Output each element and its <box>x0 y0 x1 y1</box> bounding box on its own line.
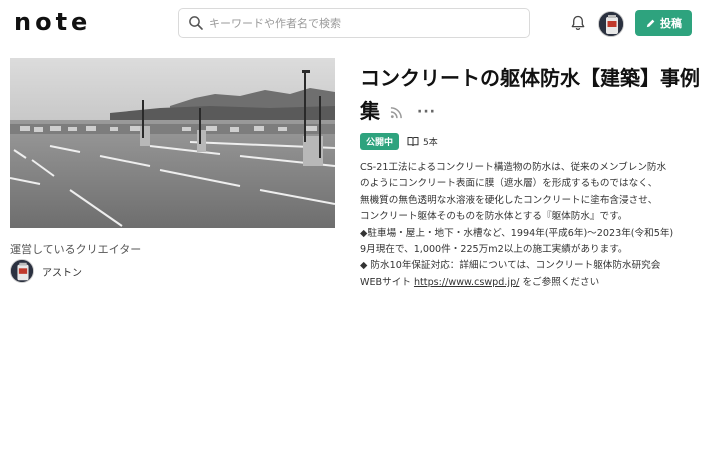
article-count-text: 5本 <box>423 138 438 148</box>
magazine-meta: 公開中 5本 <box>360 133 438 150</box>
user-avatar[interactable] <box>598 11 624 37</box>
pencil-icon <box>646 19 655 27</box>
description-line: コンクリート躯体そのものを防水体とする『躯体防水』です。 <box>360 211 628 223</box>
book-icon <box>407 137 419 147</box>
rss-icon[interactable] <box>390 106 403 119</box>
creator-name[interactable]: アストン <box>42 264 82 279</box>
description-text: をご参照ください <box>519 276 600 288</box>
bell-icon[interactable] <box>569 14 587 32</box>
header: note 投稿 <box>0 0 719 46</box>
creator-item[interactable]: アストン <box>10 259 82 283</box>
status-badge: 公開中 <box>360 133 400 150</box>
avatar-image <box>599 12 623 36</box>
creator-avatar[interactable] <box>10 259 34 283</box>
title-actions: ··· <box>390 96 436 129</box>
search-icon <box>189 16 203 30</box>
description-line: ◆ 防水10年保証対応：詳細については、コンクリート躯体防水研究会 <box>360 260 661 272</box>
more-icon[interactable]: ··· <box>417 96 436 129</box>
post-button[interactable]: 投稿 <box>635 10 692 36</box>
search-input[interactable] <box>209 13 519 33</box>
description-line: 無機質の無色透明な水溶液を硬化したコンクリートに塗布含浸させ、 <box>360 194 658 206</box>
description-line: ◆駐車場・屋上・地下・水槽など、1994年(平成6年)～2023年(令和5年) <box>360 227 674 239</box>
creator-avatar-image <box>11 260 33 282</box>
note-logo[interactable]: note <box>14 8 91 36</box>
post-button-label: 投稿 <box>660 18 682 30</box>
magazine-cover-image <box>10 58 335 228</box>
description-line: WEBサイト https://www.cswpd.jp/ をご参照ください <box>360 275 705 291</box>
description-line: CS-21工法によるコンクリート構造物の防水は、従来のメンブレン防水 <box>360 162 667 173</box>
description-text: WEBサイト <box>360 276 414 288</box>
article-count: 5本 <box>407 135 438 148</box>
website-link[interactable]: https://www.cswpd.jp/ <box>414 277 519 288</box>
magazine-title: コンクリートの躯体防水【建築】事例集 ··· <box>360 62 705 129</box>
search-box[interactable] <box>178 8 530 38</box>
magazine-description: CS-21工法によるコンクリート構造物の防水は、従来のメンブレン防水 のようにコ… <box>360 160 705 291</box>
description-line: のようにコンクリート表面に膜（遮水層）を形成するものではなく、 <box>360 178 658 190</box>
creators-section-label: 運営しているクリエイター <box>10 243 142 256</box>
description-line: 9月現在で、1,000件・225万m2以上の施工実績があります。 <box>360 244 628 256</box>
